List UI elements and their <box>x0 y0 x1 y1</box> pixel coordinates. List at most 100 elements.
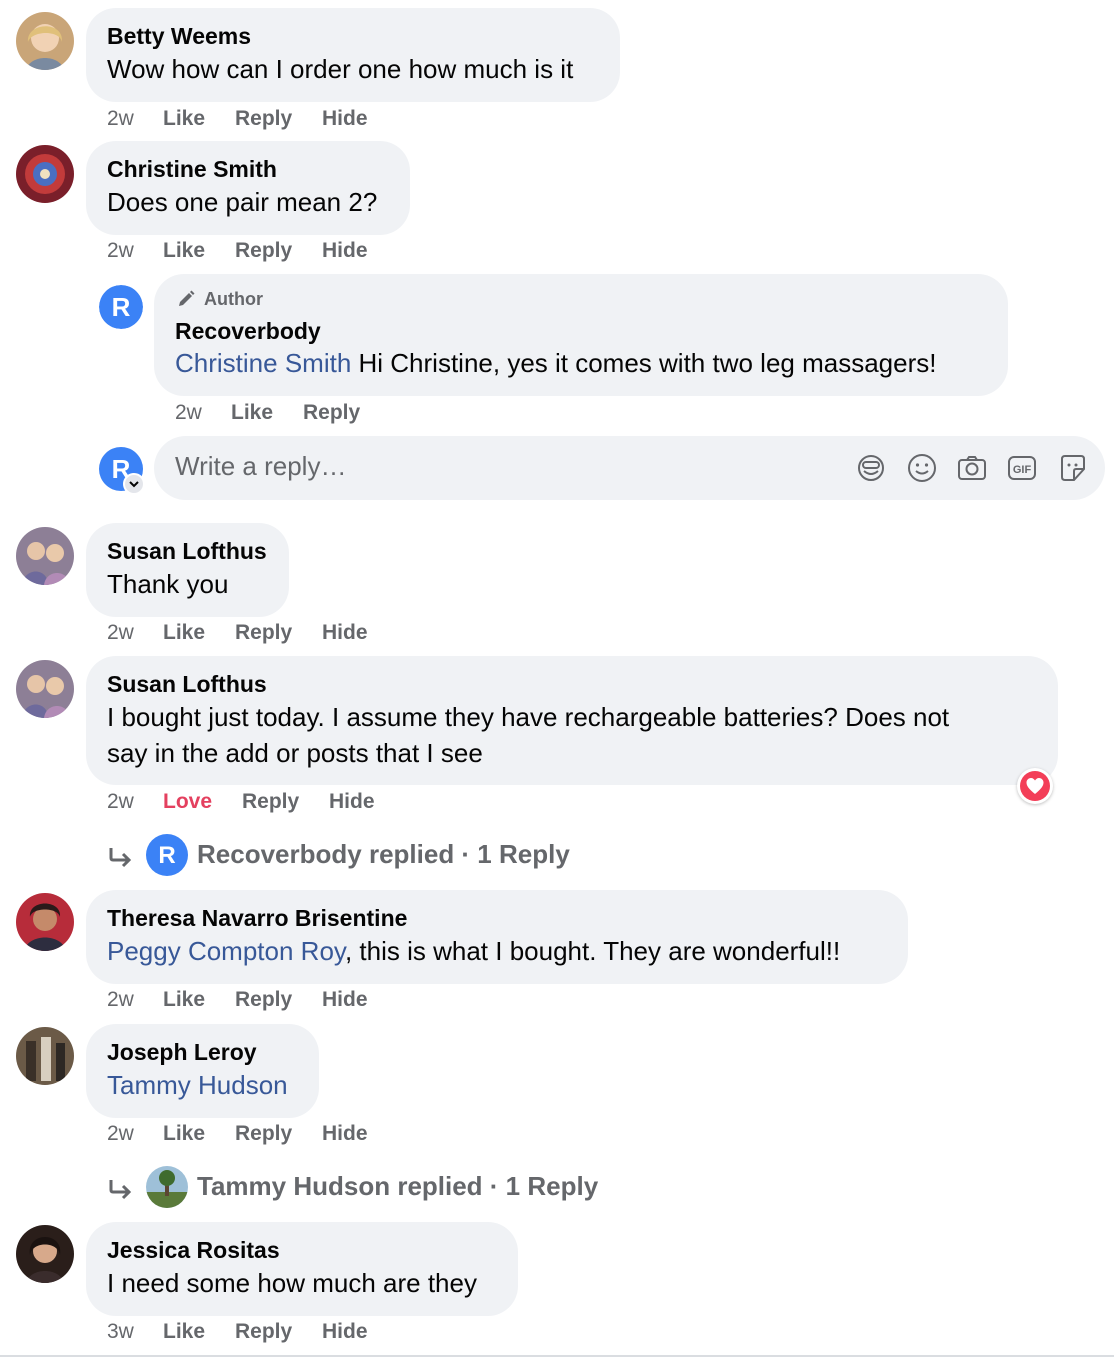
reply-arrow-icon <box>107 1173 135 1200</box>
hide-button[interactable]: Hide <box>322 104 368 134</box>
comment-actions: 2w Like Reply Hide <box>107 618 507 648</box>
commenter-name[interactable]: Jessica Rositas <box>107 1236 280 1264</box>
divider <box>0 1355 1114 1357</box>
mention-link[interactable]: Tammy Hudson <box>107 1070 288 1100</box>
timestamp[interactable]: 2w <box>107 1119 134 1149</box>
commenter-name[interactable]: Theresa Navarro Brisentine <box>107 904 407 932</box>
comment-text: Tammy Hudson <box>107 1067 288 1103</box>
reply-button[interactable]: Reply <box>235 985 292 1015</box>
like-button[interactable]: Like <box>163 1317 205 1347</box>
hide-button[interactable]: Hide <box>322 985 368 1015</box>
avatar[interactable] <box>16 527 74 585</box>
hide-button[interactable]: Hide <box>322 618 368 648</box>
view-replies-link[interactable]: R Recoverbody replied · 1 Reply <box>107 834 627 876</box>
timestamp[interactable]: 2w <box>107 104 134 134</box>
timestamp[interactable]: 2w <box>107 787 134 817</box>
svg-text:R: R <box>112 292 131 322</box>
comment-bubble: Susan Lofthus Thank you <box>86 523 289 617</box>
replies-summary[interactable]: Recoverbody replied · 1 Reply <box>197 834 570 874</box>
reply-button[interactable]: Reply <box>235 1119 292 1149</box>
view-replies-link[interactable]: Tammy Hudson replied · 1 Reply <box>107 1166 627 1208</box>
comment-actions: 3w Like Reply Hide <box>107 1317 507 1347</box>
commenter-name[interactable]: Betty Weems <box>107 22 251 50</box>
reply-button[interactable]: Reply <box>235 104 292 134</box>
love-button[interactable]: Love <box>163 787 212 817</box>
comment-bubble: Joseph Leroy Tammy Hudson <box>86 1024 319 1118</box>
comment-text-line: say in the add or posts that I see <box>107 738 483 768</box>
svg-text:GIF: GIF <box>1013 464 1032 476</box>
hide-button[interactable]: Hide <box>329 787 375 817</box>
comment-actions: 2w Like Reply <box>175 398 475 428</box>
comment-actions: 2w Like Reply Hide <box>107 236 507 266</box>
timestamp[interactable]: 3w <box>107 1317 134 1347</box>
avatar[interactable] <box>16 145 74 203</box>
comment-text: Does one pair mean 2? <box>107 187 378 217</box>
comment-text: Peggy Compton Roy, this is what I bought… <box>107 933 840 969</box>
reply-button[interactable]: Reply <box>235 236 292 266</box>
like-button[interactable]: Like <box>163 618 205 648</box>
pencil-icon <box>176 289 196 309</box>
hide-button[interactable]: Hide <box>322 1317 368 1347</box>
svg-text:R: R <box>158 842 175 869</box>
reply-button[interactable]: Reply <box>242 787 299 817</box>
commenter-name[interactable]: Recoverbody <box>175 317 321 345</box>
camera-icon[interactable] <box>955 451 989 485</box>
timestamp[interactable]: 2w <box>107 236 134 266</box>
comment-bubble: Jessica Rositas I need some how much are… <box>86 1222 518 1316</box>
comment-actions: 2w Love Reply Hide <box>107 787 507 817</box>
hide-button[interactable]: Hide <box>322 1119 368 1149</box>
comment-text: Thank you <box>107 569 229 599</box>
comment-bubble: Author Recoverbody Christine Smith Hi Ch… <box>154 274 1008 396</box>
avatar[interactable] <box>16 12 74 70</box>
comment-text-line: I bought just today. I assume they have … <box>107 702 950 732</box>
reply-button[interactable]: Reply <box>303 398 360 428</box>
commenter-name[interactable]: Christine Smith <box>107 155 277 183</box>
comment-bubble: Betty Weems Wow how can I order one how … <box>86 8 620 102</box>
comment-text-body: Hi Christine, yes it comes with two leg … <box>351 348 937 378</box>
commenter-name[interactable]: Susan Lofthus <box>107 537 267 565</box>
comment-bubble: Christine Smith Does one pair mean 2? <box>86 141 410 235</box>
comment-text: I need some how much are they <box>107 1268 477 1298</box>
comment-actions: 2w Like Reply Hide <box>107 104 507 134</box>
emoji-icon[interactable] <box>905 451 939 485</box>
reply-button[interactable]: Reply <box>235 1317 292 1347</box>
avatar[interactable] <box>16 1225 74 1283</box>
like-button[interactable]: Like <box>163 104 205 134</box>
comment-text: Christine Smith Hi Christine, yes it com… <box>175 345 936 381</box>
author-badge: Author <box>204 289 263 309</box>
timestamp[interactable]: 2w <box>175 398 202 428</box>
comment-actions: 2w Like Reply Hide <box>107 985 507 1015</box>
hide-button[interactable]: Hide <box>322 236 368 266</box>
reply-button[interactable]: Reply <box>235 618 292 648</box>
reply-composer[interactable]: Write a reply… GIF <box>154 436 1105 500</box>
commenter-name[interactable]: Susan Lofthus <box>107 670 267 698</box>
like-button[interactable]: Like <box>163 1119 205 1149</box>
page-avatar: R <box>146 834 188 876</box>
love-reaction-icon[interactable] <box>1017 768 1053 804</box>
sticker-icon[interactable] <box>1056 451 1090 485</box>
timestamp[interactable]: 2w <box>107 618 134 648</box>
page-avatar[interactable]: R <box>99 447 145 495</box>
like-button[interactable]: Like <box>163 236 205 266</box>
avatar[interactable] <box>16 893 74 951</box>
replies-summary[interactable]: Tammy Hudson replied · 1 Reply <box>197 1166 598 1206</box>
comment-text-body: , this is what I bought. They are wonder… <box>344 936 841 966</box>
commenter-name[interactable]: Joseph Leroy <box>107 1038 257 1066</box>
timestamp[interactable]: 2w <box>107 985 134 1015</box>
comment-bubble: Susan Lofthus I bought just today. I ass… <box>86 656 1058 785</box>
like-button[interactable]: Like <box>231 398 273 428</box>
comment-actions: 2w Like Reply Hide <box>107 1119 507 1149</box>
comment-text: Wow how can I order one how much is it <box>107 54 574 84</box>
like-button[interactable]: Like <box>163 985 205 1015</box>
mention-link[interactable]: Christine Smith <box>175 348 351 378</box>
page-avatar[interactable]: R <box>99 285 143 329</box>
avatar[interactable] <box>16 660 74 718</box>
avatar[interactable] <box>16 1027 74 1085</box>
mention-link[interactable]: Peggy Compton Roy <box>107 936 345 966</box>
gif-icon[interactable]: GIF <box>1005 451 1039 485</box>
chevron-down-icon[interactable] <box>123 473 145 495</box>
reply-arrow-icon <box>107 841 135 868</box>
reply-input[interactable]: Write a reply… <box>175 451 346 482</box>
avatar-sticker-icon[interactable] <box>854 451 888 485</box>
comment-bubble: Theresa Navarro Brisentine Peggy Compton… <box>86 890 908 984</box>
